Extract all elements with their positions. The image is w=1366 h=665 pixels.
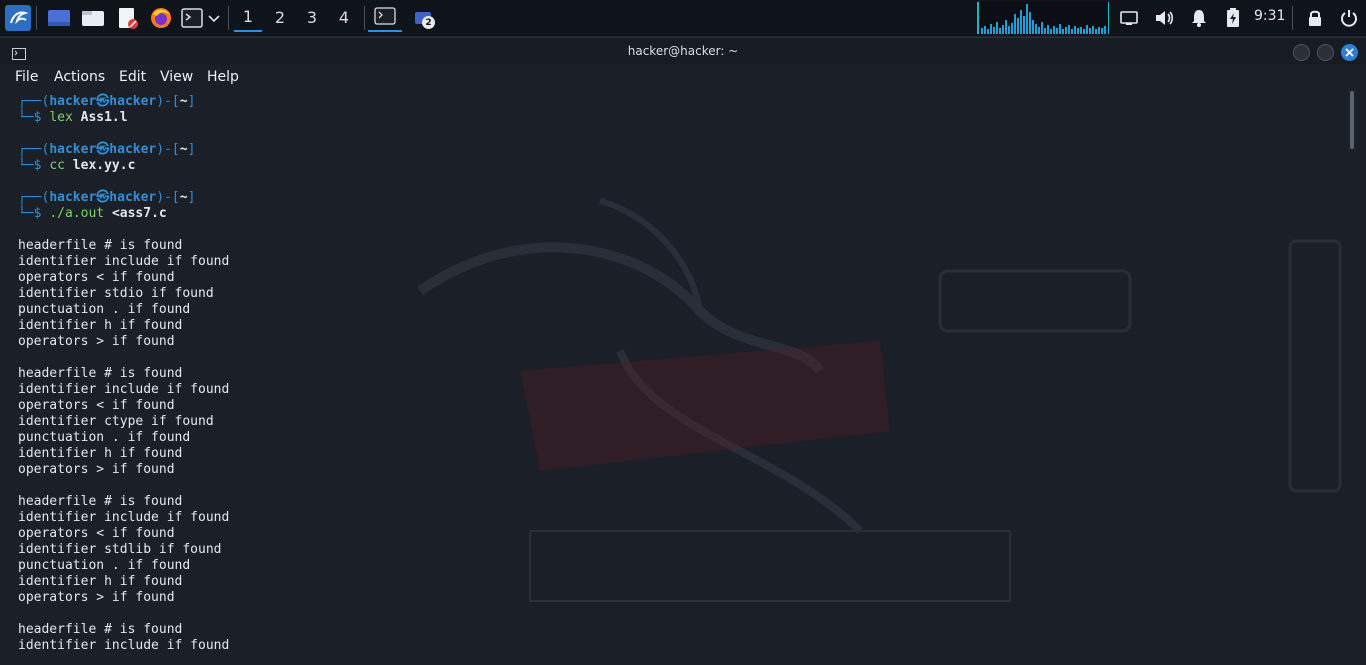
prompt-line: ┌──(hacker㉿hacker)-[~] (18, 142, 196, 157)
workspace-label: 4 (338, 7, 350, 27)
workspace-2-button[interactable]: 2 (266, 2, 294, 32)
panel-separator (1292, 6, 1293, 30)
window-title: hacker@hacker: ~ (627, 44, 739, 58)
clock[interactable]: 9:31 (1254, 8, 1285, 24)
output-line: operators > if found (18, 462, 175, 477)
output-line: operators < if found (18, 398, 175, 413)
output-line: identifier ctype if found (18, 414, 214, 429)
kali-dragon-wallpaper (417, 198, 1342, 602)
output-line: punctuation . if found (18, 430, 191, 445)
notifications-bell-icon[interactable] (1188, 4, 1210, 32)
menu-help[interactable]: Help (207, 69, 239, 85)
workspace-label: 1 (242, 6, 254, 26)
minimize-button[interactable] (1293, 44, 1310, 61)
output-line: operators < if found (18, 526, 175, 541)
maximize-button[interactable] (1317, 44, 1334, 61)
battery-icon[interactable] (1222, 4, 1244, 32)
output-line: headerfile # is found (18, 494, 183, 509)
text-editor-icon[interactable] (114, 4, 140, 32)
panel-separator (36, 6, 37, 30)
output-line: identifier include if found (18, 254, 230, 269)
output-line: punctuation . if found (18, 302, 191, 317)
prompt-line: ┌──(hacker㉿hacker)-[~] (18, 94, 196, 109)
terminal-task-icon (374, 7, 396, 25)
cpu-graph[interactable] (977, 2, 1109, 34)
volume-icon[interactable] (1152, 4, 1176, 32)
output-line: identifier include if found (18, 510, 230, 525)
output-line: identifier h if found (18, 574, 183, 589)
command-line: └─$ ./a.out <ass7.c (18, 206, 167, 221)
output-line: identifier h if found (18, 318, 183, 333)
menu-actions[interactable]: Actions (54, 69, 105, 85)
terminal-icon[interactable] (180, 4, 204, 32)
screenshot-task-button[interactable]: 2 (410, 4, 436, 32)
window-titlebar[interactable]: hacker@hacker: ~ (0, 37, 1366, 66)
menu-view[interactable]: View (160, 69, 193, 85)
kali-menu-icon[interactable] (4, 4, 32, 32)
workspace-4-button[interactable]: 4 (330, 2, 358, 32)
task-count-badge: 2 (422, 16, 435, 29)
command-line: └─$ lex Ass1.l (18, 110, 128, 125)
workspace-label: 2 (274, 7, 286, 27)
output-line: headerfile # is found (18, 366, 183, 381)
firefox-icon[interactable] (148, 4, 174, 32)
output-line: operators < if found (18, 270, 175, 285)
close-button[interactable] (1341, 44, 1358, 61)
workspace-3-button[interactable]: 3 (298, 2, 326, 32)
output-line: headerfile # is found (18, 238, 183, 253)
menu-file[interactable]: File (15, 69, 38, 85)
output-line: operators > if found (18, 334, 175, 349)
menu-edit[interactable]: Edit (119, 69, 146, 85)
top-panel: 1 2 3 4 2 9:31 (0, 0, 1366, 37)
workspace-label: 3 (306, 7, 318, 27)
file-manager-icon[interactable] (80, 4, 106, 32)
show-desktop-icon[interactable] (46, 4, 72, 32)
lock-icon[interactable] (1304, 4, 1326, 32)
output-line: identifier stdio if found (18, 286, 214, 301)
dropdown-chevron-icon[interactable] (206, 4, 222, 32)
output-line: identifier include if found (18, 382, 230, 397)
output-line: punctuation . if found (18, 558, 191, 573)
close-icon (1345, 48, 1354, 57)
output-line: identifier h if found (18, 446, 183, 461)
command-line: └─$ cc lex.yy.c (18, 158, 136, 173)
workspace-1-button[interactable]: 1 (234, 2, 262, 32)
menu-bar: File Actions Edit View Help (0, 65, 1366, 91)
terminal-area[interactable]: ┌──(hacker㉿hacker)-[~] └─$ lex Ass1.l ┌─… (0, 91, 1366, 665)
output-line: operators > if found (18, 590, 175, 605)
power-icon[interactable] (1338, 4, 1360, 32)
output-line: identifier stdlib if found (18, 542, 222, 557)
panel-separator (228, 6, 229, 30)
output-line: identifier include if found (18, 638, 230, 653)
terminal-task-button[interactable] (368, 2, 402, 32)
prompt-line: ┌──(hacker㉿hacker)-[~] (18, 190, 196, 205)
panel-separator (364, 6, 365, 30)
output-line: headerfile # is found (18, 622, 183, 637)
terminal-scrollbar[interactable] (1350, 91, 1354, 149)
network-icon[interactable] (1118, 4, 1140, 32)
